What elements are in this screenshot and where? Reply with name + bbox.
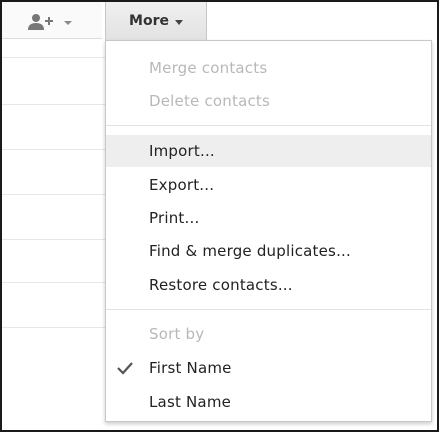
list-divider xyxy=(2,239,105,240)
more-label: More xyxy=(129,13,169,29)
contact-list-background xyxy=(2,42,105,430)
menu-item-delete-contacts[interactable]: Delete contacts xyxy=(106,85,431,117)
menu-item-restore-contacts[interactable]: Restore contacts... xyxy=(106,269,431,301)
menu-separator xyxy=(106,125,431,126)
sort-option-label: First Name xyxy=(149,359,232,377)
chevron-down-icon xyxy=(174,19,183,25)
list-divider xyxy=(2,104,105,105)
menu-item-print[interactable]: Print... xyxy=(106,202,431,234)
sort-option-last-name[interactable]: Last Name xyxy=(106,386,431,418)
menu-item-find-merge-duplicates[interactable]: Find & merge duplicates... xyxy=(106,235,431,267)
menu-separator xyxy=(106,309,431,310)
toolbar: More xyxy=(2,2,437,42)
list-divider xyxy=(2,282,105,283)
sort-by-header: Sort by xyxy=(149,325,205,343)
checkmark-icon xyxy=(116,361,134,379)
more-dropdown-menu: Merge contacts Delete contacts Import...… xyxy=(105,40,432,422)
list-divider xyxy=(2,194,105,195)
app-frame: More Merge contacts Delete contacts Impo… xyxy=(0,0,439,432)
add-person-icon xyxy=(26,13,56,31)
menu-item-merge-contacts[interactable]: Merge contacts xyxy=(106,52,431,84)
list-divider xyxy=(2,149,105,150)
menu-item-import[interactable]: Import... xyxy=(106,135,431,167)
sort-option-first-name[interactable]: First Name xyxy=(106,352,431,384)
list-divider xyxy=(2,327,105,328)
list-divider xyxy=(2,57,105,58)
chevron-down-icon xyxy=(64,21,72,25)
more-button[interactable]: More xyxy=(105,2,207,40)
add-contact-button[interactable] xyxy=(26,10,86,34)
sort-option-label: Last Name xyxy=(149,393,232,411)
menu-item-export[interactable]: Export... xyxy=(106,169,431,201)
